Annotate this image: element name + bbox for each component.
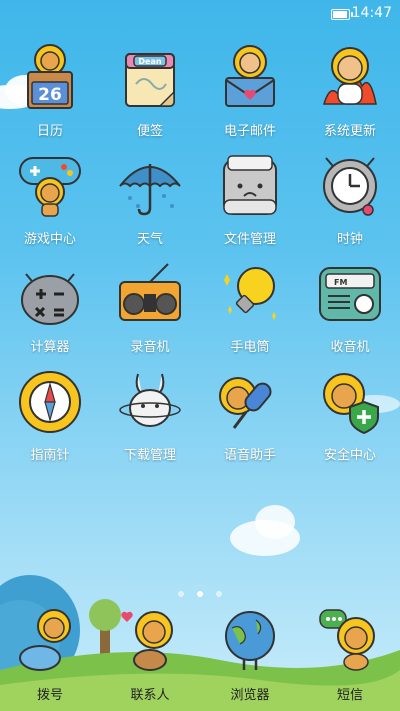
compass-icon: [19, 371, 81, 433]
status-time: 14:47: [351, 5, 392, 21]
home-screen: 14:47 26 日历 Dean 便签 电子邮件 系统更新 游戏中心 天气 文件…: [0, 0, 400, 711]
system-update-icon: [322, 47, 377, 105]
notes-icon: Dean: [125, 53, 175, 107]
battery-icon: [331, 9, 353, 20]
radio-icon: FM: [319, 267, 381, 321]
app-voice-assistant[interactable]: 语音助手: [200, 368, 300, 468]
app-label: 日历: [36, 124, 63, 139]
dock-label: 浏览器: [230, 688, 270, 703]
dock-browser[interactable]: 浏览器: [200, 594, 300, 711]
radio-band: FM: [334, 278, 347, 287]
calendar-icon: 26: [27, 44, 73, 109]
app-label: 录音机: [130, 340, 170, 355]
message-icon: [319, 609, 375, 671]
calendar-day: 26: [38, 85, 62, 105]
app-recorder[interactable]: 录音机: [100, 260, 200, 360]
app-label: 游戏中心: [23, 232, 76, 247]
app-email[interactable]: 电子邮件: [200, 44, 300, 144]
app-label: 指南针: [30, 448, 70, 463]
microphone-icon: [219, 377, 272, 429]
clock-icon: [323, 157, 377, 216]
app-game-center[interactable]: 游戏中心: [0, 152, 100, 252]
app-label: 电子邮件: [223, 124, 276, 139]
app-flashlight[interactable]: 手电筒: [200, 260, 300, 360]
app-label: 手电筒: [230, 340, 270, 355]
umbrella-icon: [119, 164, 181, 216]
phone-icon: [19, 609, 71, 671]
app-label: 安全中心: [323, 448, 376, 463]
app-file-manager[interactable]: 文件管理: [200, 152, 300, 252]
contacts-icon: [121, 611, 173, 671]
dock-contacts[interactable]: 联系人: [100, 594, 200, 711]
dock: 拨号 联系人 浏览器 短信: [0, 594, 400, 711]
app-weather[interactable]: 天气: [100, 152, 200, 252]
app-download-manager[interactable]: 下载管理: [100, 368, 200, 468]
download-bunny-icon: [119, 373, 181, 427]
app-security-center[interactable]: 安全中心: [300, 368, 400, 468]
app-compass[interactable]: 指南针: [0, 368, 100, 468]
app-label: 文件管理: [223, 232, 276, 247]
calculator-icon: [21, 273, 79, 325]
folder-icon: [223, 155, 277, 215]
boombox-icon: [119, 263, 181, 321]
dock-label: 拨号: [36, 688, 63, 703]
app-label: 下载管理: [123, 448, 176, 463]
app-label: 便签: [136, 124, 163, 139]
dock-label: 短信: [336, 688, 363, 703]
app-notes[interactable]: Dean 便签: [100, 44, 200, 144]
app-calendar[interactable]: 26 日历: [0, 44, 100, 144]
email-icon: [225, 45, 275, 107]
status-bar: 14:47: [0, 0, 400, 28]
app-label: 语音助手: [223, 448, 276, 463]
app-system-update[interactable]: 系统更新: [300, 44, 400, 144]
dock-messages[interactable]: 短信: [300, 594, 400, 711]
gamepad-icon: [19, 157, 81, 217]
app-radio[interactable]: FM 收音机: [300, 260, 400, 360]
app-label: 时钟: [336, 232, 363, 247]
app-calculator[interactable]: 计算器: [0, 260, 100, 360]
app-label: 天气: [136, 232, 163, 247]
app-label: 系统更新: [323, 124, 376, 139]
lightbulb-icon: [224, 267, 276, 320]
app-label: 计算器: [30, 340, 70, 355]
notes-tag: Dean: [138, 57, 161, 66]
dock-label: 联系人: [130, 688, 170, 703]
shield-icon: [323, 373, 379, 435]
globe-icon: [225, 611, 275, 670]
app-label: 收音机: [330, 340, 370, 355]
app-clock[interactable]: 时钟: [300, 152, 400, 252]
dock-phone[interactable]: 拨号: [0, 594, 100, 711]
